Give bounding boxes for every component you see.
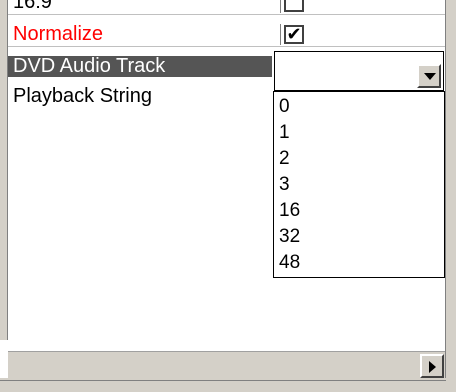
property-value-normalize: ✔ <box>281 24 445 45</box>
dvd-audio-track-dropdown: 0 1 2 3 16 32 48 <box>273 91 445 278</box>
dropdown-option[interactable]: 48 <box>279 250 300 276</box>
property-name-ratio: 16:9 <box>13 0 52 13</box>
scroll-right-button[interactable] <box>420 354 444 378</box>
bottom-border <box>0 380 446 381</box>
chevron-right-icon <box>429 361 436 373</box>
property-row-normalize[interactable]: Normalize ✔ <box>8 24 445 45</box>
property-name-normalize: Normalize <box>13 24 104 45</box>
chevron-down-icon <box>424 73 436 80</box>
right-panel-edge <box>446 0 456 392</box>
dropdown-option[interactable]: 0 <box>279 94 290 120</box>
property-row-ratio[interactable]: 16:9 <box>8 0 445 13</box>
property-grid: 16:9 Normalize ✔ DVD Audio Track Playbac… <box>0 0 456 392</box>
dropdown-option[interactable]: 16 <box>279 198 300 224</box>
left-border <box>7 0 8 340</box>
normalize-checkbox[interactable]: ✔ <box>284 25 304 44</box>
property-name-playback-string: Playback String <box>13 86 152 107</box>
dropdown-option[interactable]: 3 <box>279 172 290 198</box>
combo-dropdown-button[interactable] <box>417 64 441 88</box>
dropdown-option[interactable]: 2 <box>279 146 290 172</box>
horizontal-scrollbar[interactable] <box>8 351 445 378</box>
left-panel-edge <box>0 0 7 340</box>
property-name-dvd-audio-track: DVD Audio Track <box>8 56 272 77</box>
row-separator <box>8 14 445 15</box>
dropdown-option[interactable]: 32 <box>279 224 300 250</box>
row-separator <box>8 46 445 47</box>
dropdown-option[interactable]: 1 <box>279 120 290 146</box>
ratio-checkbox[interactable] <box>284 0 304 12</box>
dvd-audio-track-combo[interactable] <box>274 51 444 91</box>
property-value-ratio <box>281 0 445 13</box>
